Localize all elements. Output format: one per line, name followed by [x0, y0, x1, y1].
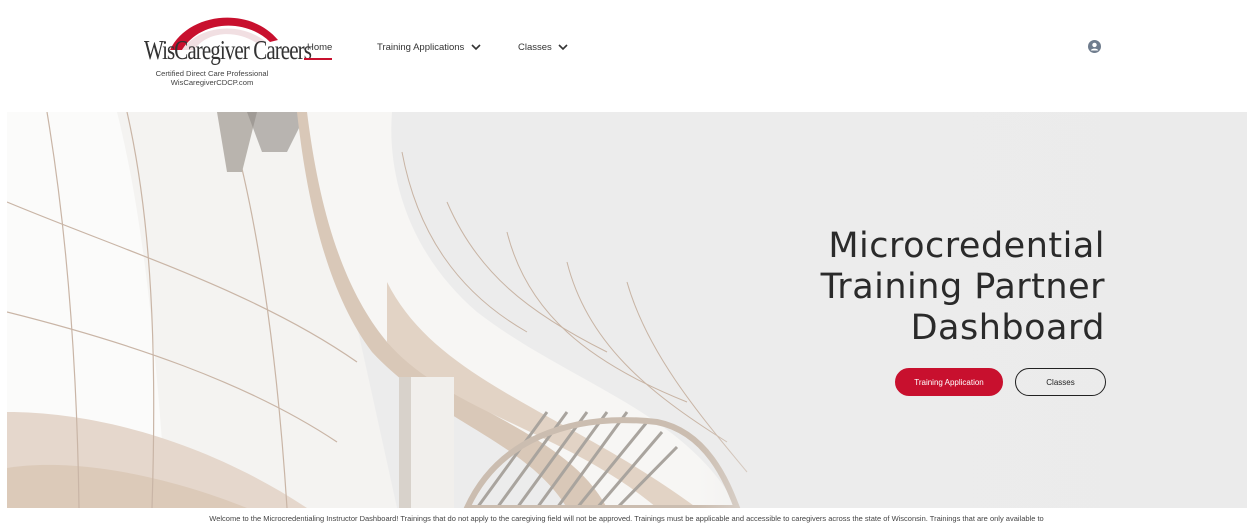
logo-tagline-line2: WisCaregiverCDCP.com: [170, 78, 254, 87]
user-avatar-icon[interactable]: [1088, 40, 1101, 53]
hero-title-line1: Microcredential: [828, 226, 1105, 266]
chevron-down-icon: [558, 44, 569, 51]
site-header: WisCaregiver Careers Certified Direct Ca…: [0, 0, 1253, 110]
hero-title-line2: Training Partner: [820, 267, 1105, 307]
nav-classes-label: Classes: [518, 42, 552, 53]
logo-tagline-line1: Certified Direct Care Professional: [155, 69, 269, 78]
hero-banner: Microcredential Training Partner Dashboa…: [7, 112, 1247, 508]
nav-training-applications[interactable]: Training Applications: [377, 42, 481, 53]
site-logo[interactable]: WisCaregiver Careers Certified Direct Ca…: [138, 8, 312, 94]
classes-button[interactable]: Classes: [1015, 368, 1106, 396]
hero-title-line3: Dashboard: [910, 308, 1105, 348]
training-application-button[interactable]: Training Application: [895, 368, 1003, 396]
welcome-text: Welcome to the Microcredentialing Instru…: [209, 514, 1044, 523]
nav-classes[interactable]: Classes: [518, 42, 569, 53]
logo-wordmark: WisCaregiver Careers: [144, 35, 312, 65]
logo-tagline: Certified Direct Care Professional WisCa…: [140, 69, 284, 87]
hero-title: Microcredential Training Partner Dashboa…: [821, 226, 1105, 349]
nav-home[interactable]: Home: [303, 42, 333, 60]
chevron-down-icon: [471, 44, 481, 51]
nav-training-applications-label: Training Applications: [377, 42, 465, 53]
nav-home-label: Home: [307, 42, 333, 53]
